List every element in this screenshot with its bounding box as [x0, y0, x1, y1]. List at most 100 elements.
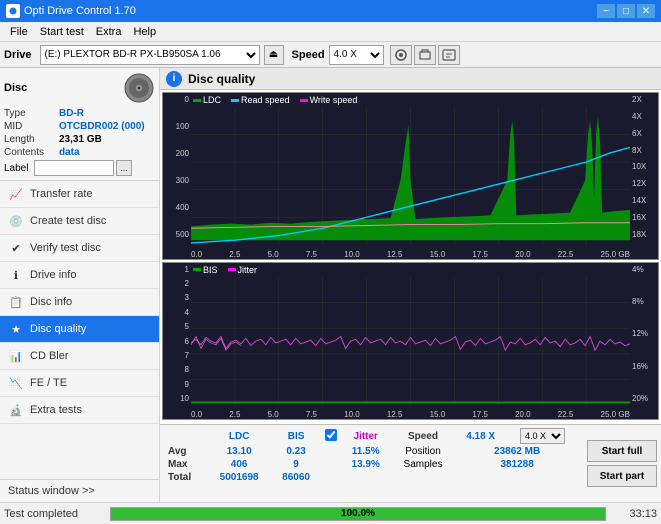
disc-quality-icon-letter: i [173, 73, 176, 84]
stats-header-speed-value: 4.18 X [455, 427, 506, 445]
xb-25: 25.0 GB [601, 410, 630, 419]
x-10: 10.0 [344, 250, 360, 259]
xb-17.5: 17.5 [472, 410, 488, 419]
sidebar-item-extra-tests[interactable]: 🔬 Extra tests [0, 397, 159, 424]
disc-quality-icon-badge: i [166, 71, 182, 87]
xb-12.5: 12.5 [387, 410, 403, 419]
toolbar-icon-2[interactable] [414, 45, 436, 65]
toolbar-icon-3[interactable] [438, 45, 460, 65]
x-2.5: 2.5 [229, 250, 240, 259]
start-full-button[interactable]: Start full [587, 440, 657, 462]
disc-length-value: 23,31 GB [59, 134, 102, 145]
jitter-checkbox[interactable] [325, 429, 337, 441]
bottom-chart-y-left: 10 9 8 7 6 5 4 3 2 1 [163, 263, 191, 405]
disc-mid-value: OTCBDR002 (000) [59, 121, 145, 132]
x-5: 5.0 [268, 250, 279, 259]
y-label-300: 300 [163, 176, 189, 185]
stats-speed-select[interactable]: 4.0 X [520, 428, 565, 444]
x-7.5: 7.5 [306, 250, 317, 259]
disc-type-label: Type [4, 108, 59, 119]
top-chart-x-axis: 0.0 2.5 5.0 7.5 10.0 12.5 15.0 17.5 20.0… [191, 250, 630, 259]
bottom-chart-x-axis: 0.0 2.5 5.0 7.5 10.0 12.5 15.0 17.5 20.0… [191, 410, 630, 419]
sidebar-item-create-test-disc-label: Create test disc [30, 215, 106, 227]
menu-file[interactable]: File [4, 24, 34, 40]
stats-position-label: Position [391, 445, 456, 458]
write-speed-dot [300, 99, 308, 102]
toolbar-icon-1[interactable] [390, 45, 412, 65]
xb-7.5: 7.5 [306, 410, 317, 419]
sidebar-item-disc-quality[interactable]: ★ Disc quality [0, 316, 159, 343]
y-b-4: 4 [163, 308, 189, 317]
stats-table: LDC BIS Jitter Speed 4.18 X 4.0 X [164, 427, 579, 500]
sidebar-item-extra-tests-label: Extra tests [30, 404, 82, 416]
y-label-500: 500 [163, 230, 189, 239]
status-text: Test completed [4, 508, 104, 520]
xb-10: 10.0 [344, 410, 360, 419]
y-b-10: 10 [163, 394, 189, 403]
start-part-button[interactable]: Start part [587, 465, 657, 487]
close-button[interactable]: ✕ [637, 4, 655, 18]
xb-15: 15.0 [430, 410, 446, 419]
stats-header-speed-select[interactable]: 4.0 X [506, 427, 579, 445]
bottom-chart: BIS Jitter 10 9 8 7 6 5 4 3 [162, 262, 659, 420]
stats-max-jitter: 13.9% [341, 458, 391, 471]
stats-avg-empty [321, 445, 341, 458]
status-window-button[interactable]: Status window >> [0, 479, 159, 502]
stats-max-empty [321, 458, 341, 471]
menu-extra[interactable]: Extra [90, 24, 128, 40]
disc-quality-icon: ★ [8, 321, 24, 337]
stats-avg-jitter: 11.5% [341, 445, 391, 458]
sidebar-item-transfer-rate[interactable]: 📈 Transfer rate [0, 181, 159, 208]
stats-header-jitter-check [321, 427, 341, 445]
menu-start-test[interactable]: Start test [34, 24, 90, 40]
stats-position-value: 23862 MB [455, 445, 579, 458]
x-17.5: 17.5 [472, 250, 488, 259]
stats-row-max: Max 406 9 13.9% Samples 381288 [164, 458, 579, 471]
y-label-0: 0 [163, 95, 189, 104]
disc-label-input[interactable] [34, 160, 114, 176]
y-right-10x: 10X [632, 162, 658, 171]
eject-button[interactable]: ⏏ [264, 45, 284, 65]
legend-read-speed: Read speed [231, 95, 290, 105]
maximize-button[interactable]: □ [617, 4, 635, 18]
menu-help[interactable]: Help [127, 24, 162, 40]
y-right-4x: 4X [632, 112, 658, 121]
disc-icon [123, 72, 155, 104]
y-b-2: 2 [163, 279, 189, 288]
y-br-4: 4% [632, 265, 658, 274]
stats-total-ldc: 5001698 [207, 471, 272, 484]
sidebar-item-cd-bler[interactable]: 📊 CD Bler [0, 343, 159, 370]
y-right-12x: 12X [632, 179, 658, 188]
title-bar: Opti Drive Control 1.70 − □ ✕ [0, 0, 661, 22]
sidebar-item-drive-info[interactable]: ℹ Drive info [0, 262, 159, 289]
legend-jitter: Jitter [228, 265, 258, 275]
sidebar-item-fe-te[interactable]: 📉 FE / TE [0, 370, 159, 397]
drive-select[interactable]: (E:) PLEXTOR BD-R PX-LB950SA 1.06 [40, 45, 260, 65]
y-b-9: 9 [163, 380, 189, 389]
sidebar-item-disc-info[interactable]: 📋 Disc info [0, 289, 159, 316]
sidebar-item-verify-test-disc[interactable]: ✔ Verify test disc [0, 235, 159, 262]
y-right-8x: 8X [632, 146, 658, 155]
xb-5: 5.0 [268, 410, 279, 419]
y-b-3: 3 [163, 293, 189, 302]
y-label-100: 100 [163, 122, 189, 131]
sidebar-item-fe-te-label: FE / TE [30, 377, 67, 389]
legend-write-speed-label: Write speed [310, 95, 358, 105]
legend-write-speed: Write speed [300, 95, 358, 105]
legend-bis-label: BIS [203, 265, 218, 275]
minimize-button[interactable]: − [597, 4, 615, 18]
xb-20: 20.0 [515, 410, 531, 419]
y-b-7: 7 [163, 351, 189, 360]
stats-max-ldc: 406 [207, 458, 272, 471]
stats-header-speed-label: Speed [391, 427, 456, 445]
drive-label: Drive [4, 49, 32, 61]
disc-contents-label: Contents [4, 147, 59, 158]
y-label-200: 200 [163, 149, 189, 158]
sidebar-item-create-test-disc[interactable]: 💿 Create test disc [0, 208, 159, 235]
speed-select[interactable]: 4.0 X [329, 45, 384, 65]
progress-bar-container: 100.0% [110, 507, 606, 521]
stats-row-total: Total 5001698 86060 [164, 471, 579, 484]
sidebar-item-drive-info-label: Drive info [30, 269, 76, 281]
disc-label-button[interactable]: ... [116, 160, 132, 176]
top-chart-legend: LDC Read speed Write speed [193, 95, 357, 105]
